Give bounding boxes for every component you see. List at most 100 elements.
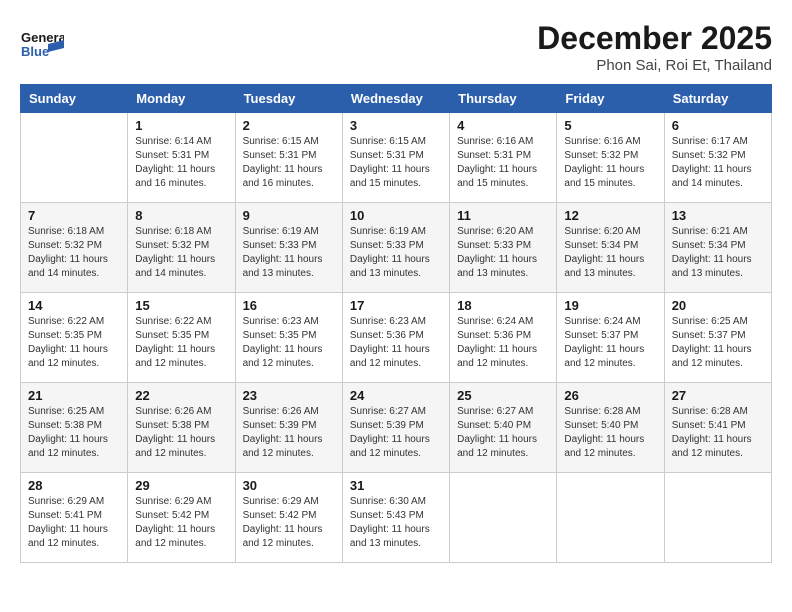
calendar-cell: 1 Sunrise: 6:14 AMSunset: 5:31 PMDaylight…	[128, 113, 235, 203]
weekday-header-monday: Monday	[128, 85, 235, 113]
day-number: 9	[243, 208, 335, 223]
day-number: 4	[457, 118, 549, 133]
day-info: Sunrise: 6:25 AMSunset: 5:38 PMDaylight:…	[28, 405, 120, 461]
calendar-cell	[21, 113, 128, 203]
day-number: 27	[672, 388, 764, 403]
calendar-week-row: 28 Sunrise: 6:29 AMSunset: 5:41 PMDayligh…	[21, 473, 772, 563]
calendar-cell: 10 Sunrise: 6:19 AMSunset: 5:33 PMDayligh…	[342, 203, 449, 293]
day-number: 15	[135, 298, 227, 313]
calendar-week-row: 7 Sunrise: 6:18 AMSunset: 5:32 PMDaylight…	[21, 203, 772, 293]
day-info: Sunrise: 6:29 AMSunset: 5:42 PMDaylight:…	[135, 495, 227, 551]
day-info: Sunrise: 6:20 AMSunset: 5:34 PMDaylight:…	[564, 225, 656, 281]
calendar-cell: 7 Sunrise: 6:18 AMSunset: 5:32 PMDaylight…	[21, 203, 128, 293]
day-info: Sunrise: 6:28 AMSunset: 5:40 PMDaylight:…	[564, 405, 656, 461]
svg-text:Blue: Blue	[21, 44, 49, 59]
calendar-cell: 21 Sunrise: 6:25 AMSunset: 5:38 PMDayligh…	[21, 383, 128, 473]
day-info: Sunrise: 6:16 AMSunset: 5:32 PMDaylight:…	[564, 135, 656, 191]
calendar-cell: 13 Sunrise: 6:21 AMSunset: 5:34 PMDayligh…	[664, 203, 771, 293]
day-number: 11	[457, 208, 549, 223]
day-info: Sunrise: 6:19 AMSunset: 5:33 PMDaylight:…	[243, 225, 335, 281]
calendar-cell: 19 Sunrise: 6:24 AMSunset: 5:37 PMDayligh…	[557, 293, 664, 383]
day-number: 12	[564, 208, 656, 223]
day-number: 21	[28, 388, 120, 403]
weekday-header-tuesday: Tuesday	[235, 85, 342, 113]
calendar-cell	[664, 473, 771, 563]
day-number: 18	[457, 298, 549, 313]
day-info: Sunrise: 6:24 AMSunset: 5:36 PMDaylight:…	[457, 315, 549, 371]
calendar-cell: 16 Sunrise: 6:23 AMSunset: 5:35 PMDayligh…	[235, 293, 342, 383]
day-info: Sunrise: 6:28 AMSunset: 5:41 PMDaylight:…	[672, 405, 764, 461]
calendar-cell: 9 Sunrise: 6:19 AMSunset: 5:33 PMDaylight…	[235, 203, 342, 293]
day-number: 17	[350, 298, 442, 313]
calendar-subtitle: Phon Sai, Roi Et, Thailand	[537, 57, 772, 74]
title-section: December 2025 Phon Sai, Roi Et, Thailand	[537, 20, 772, 74]
day-number: 3	[350, 118, 442, 133]
day-number: 31	[350, 478, 442, 493]
day-number: 16	[243, 298, 335, 313]
calendar-cell: 3 Sunrise: 6:15 AMSunset: 5:31 PMDaylight…	[342, 113, 449, 203]
calendar-cell: 6 Sunrise: 6:17 AMSunset: 5:32 PMDaylight…	[664, 113, 771, 203]
day-number: 24	[350, 388, 442, 403]
day-number: 25	[457, 388, 549, 403]
day-number: 10	[350, 208, 442, 223]
day-info: Sunrise: 6:26 AMSunset: 5:39 PMDaylight:…	[243, 405, 335, 461]
day-info: Sunrise: 6:14 AMSunset: 5:31 PMDaylight:…	[135, 135, 227, 191]
calendar-table: SundayMondayTuesdayWednesdayThursdayFrid…	[20, 84, 772, 563]
day-number: 13	[672, 208, 764, 223]
day-number: 6	[672, 118, 764, 133]
day-info: Sunrise: 6:20 AMSunset: 5:33 PMDaylight:…	[457, 225, 549, 281]
calendar-title: December 2025	[537, 20, 772, 57]
calendar-week-row: 1 Sunrise: 6:14 AMSunset: 5:31 PMDaylight…	[21, 113, 772, 203]
day-info: Sunrise: 6:18 AMSunset: 5:32 PMDaylight:…	[28, 225, 120, 281]
day-info: Sunrise: 6:21 AMSunset: 5:34 PMDaylight:…	[672, 225, 764, 281]
day-info: Sunrise: 6:23 AMSunset: 5:36 PMDaylight:…	[350, 315, 442, 371]
day-info: Sunrise: 6:15 AMSunset: 5:31 PMDaylight:…	[243, 135, 335, 191]
day-info: Sunrise: 6:19 AMSunset: 5:33 PMDaylight:…	[350, 225, 442, 281]
day-info: Sunrise: 6:23 AMSunset: 5:35 PMDaylight:…	[243, 315, 335, 371]
day-number: 22	[135, 388, 227, 403]
calendar-week-row: 21 Sunrise: 6:25 AMSunset: 5:38 PMDayligh…	[21, 383, 772, 473]
day-number: 1	[135, 118, 227, 133]
day-info: Sunrise: 6:30 AMSunset: 5:43 PMDaylight:…	[350, 495, 442, 551]
day-info: Sunrise: 6:17 AMSunset: 5:32 PMDaylight:…	[672, 135, 764, 191]
calendar-header-row: SundayMondayTuesdayWednesdayThursdayFrid…	[21, 85, 772, 113]
day-number: 8	[135, 208, 227, 223]
day-info: Sunrise: 6:18 AMSunset: 5:32 PMDaylight:…	[135, 225, 227, 281]
logo-icon: General Blue	[20, 22, 64, 66]
calendar-cell: 31 Sunrise: 6:30 AMSunset: 5:43 PMDayligh…	[342, 473, 449, 563]
day-info: Sunrise: 6:24 AMSunset: 5:37 PMDaylight:…	[564, 315, 656, 371]
day-number: 2	[243, 118, 335, 133]
day-info: Sunrise: 6:15 AMSunset: 5:31 PMDaylight:…	[350, 135, 442, 191]
weekday-header-friday: Friday	[557, 85, 664, 113]
calendar-cell: 17 Sunrise: 6:23 AMSunset: 5:36 PMDayligh…	[342, 293, 449, 383]
weekday-header-sunday: Sunday	[21, 85, 128, 113]
day-number: 28	[28, 478, 120, 493]
calendar-cell: 5 Sunrise: 6:16 AMSunset: 5:32 PMDaylight…	[557, 113, 664, 203]
calendar-cell: 25Sunrise: 6:27 AMSunset: 5:40 PMDayligh…	[450, 383, 557, 473]
calendar-cell: 8 Sunrise: 6:18 AMSunset: 5:32 PMDaylight…	[128, 203, 235, 293]
calendar-cell: 2 Sunrise: 6:15 AMSunset: 5:31 PMDaylight…	[235, 113, 342, 203]
day-number: 7	[28, 208, 120, 223]
calendar-cell: 20Sunrise: 6:25 AMSunset: 5:37 PMDayligh…	[664, 293, 771, 383]
calendar-cell: 22Sunrise: 6:26 AMSunset: 5:38 PMDayligh…	[128, 383, 235, 473]
day-number: 20	[672, 298, 764, 313]
calendar-cell: 12 Sunrise: 6:20 AMSunset: 5:34 PMDayligh…	[557, 203, 664, 293]
day-number: 14	[28, 298, 120, 313]
calendar-cell: 11 Sunrise: 6:20 AMSunset: 5:33 PMDayligh…	[450, 203, 557, 293]
calendar-cell: 28 Sunrise: 6:29 AMSunset: 5:41 PMDayligh…	[21, 473, 128, 563]
calendar-cell: 23Sunrise: 6:26 AMSunset: 5:39 PMDayligh…	[235, 383, 342, 473]
day-info: Sunrise: 6:22 AMSunset: 5:35 PMDaylight:…	[135, 315, 227, 371]
calendar-cell: 24 Sunrise: 6:27 AMSunset: 5:39 PMDayligh…	[342, 383, 449, 473]
calendar-cell: 4Sunrise: 6:16 AMSunset: 5:31 PMDaylight…	[450, 113, 557, 203]
day-number: 5	[564, 118, 656, 133]
day-info: Sunrise: 6:22 AMSunset: 5:35 PMDaylight:…	[28, 315, 120, 371]
calendar-cell: 15 Sunrise: 6:22 AMSunset: 5:35 PMDayligh…	[128, 293, 235, 383]
calendar-cell: 30Sunrise: 6:29 AMSunset: 5:42 PMDayligh…	[235, 473, 342, 563]
logo: General Blue	[20, 20, 64, 66]
day-number: 29	[135, 478, 227, 493]
day-info: Sunrise: 6:27 AMSunset: 5:39 PMDaylight:…	[350, 405, 442, 461]
day-number: 30	[243, 478, 335, 493]
day-number: 26	[564, 388, 656, 403]
day-number: 19	[564, 298, 656, 313]
day-info: Sunrise: 6:29 AMSunset: 5:41 PMDaylight:…	[28, 495, 120, 551]
